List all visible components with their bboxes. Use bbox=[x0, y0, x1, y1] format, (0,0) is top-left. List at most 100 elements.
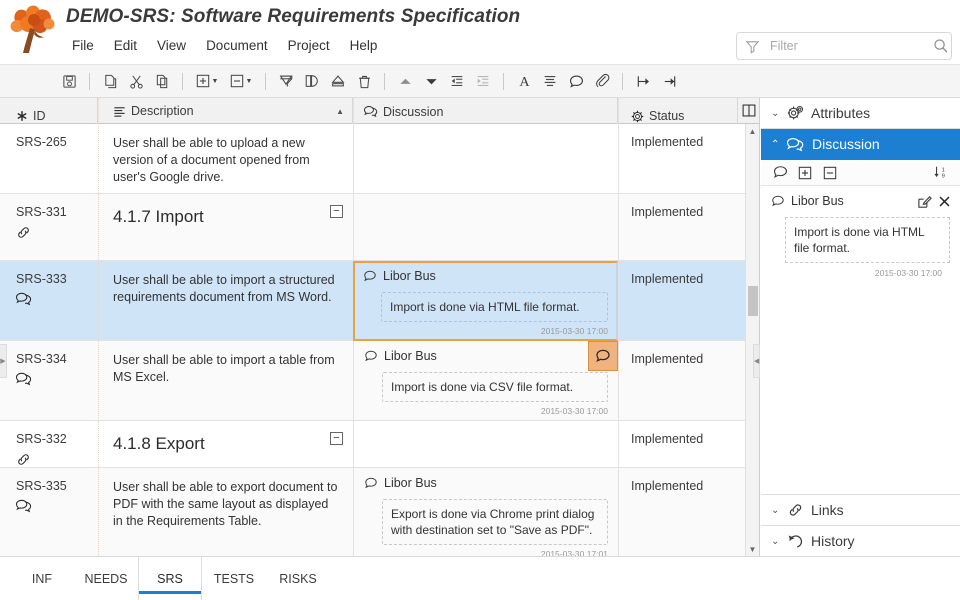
save-button[interactable] bbox=[56, 68, 82, 94]
scroll-down-button[interactable]: ▼ bbox=[746, 542, 759, 556]
toolbar: ▼ ▼ A bbox=[0, 64, 960, 98]
sidebar-comment-actions bbox=[917, 194, 951, 209]
tab-inf[interactable]: INF bbox=[10, 557, 74, 600]
paste-button[interactable] bbox=[149, 68, 175, 94]
cell-description[interactable]: 4.1.7 Import − bbox=[98, 194, 353, 260]
document-tabbar: INF NEEDS SRS TESTS RISKS bbox=[0, 556, 960, 600]
cell-discussion[interactable]: Libor Bus Export is done via Chrome prin… bbox=[353, 468, 618, 556]
add-comment-hover-button[interactable] bbox=[588, 341, 618, 371]
table-row[interactable]: SRS-331 4.1.7 Import − Implemented bbox=[0, 194, 760, 261]
menu-document[interactable]: Document bbox=[196, 36, 278, 55]
lines-icon bbox=[113, 105, 126, 118]
cell-status[interactable]: Implemented bbox=[618, 124, 738, 194]
outdent-button[interactable] bbox=[444, 68, 470, 94]
main-area: ID Description ▲ Discussion bbox=[0, 98, 960, 556]
delete-button[interactable] bbox=[351, 68, 377, 94]
column-description[interactable]: Description ▲ bbox=[98, 98, 353, 124]
sidebar-splitter-handle[interactable]: ◀ bbox=[753, 344, 760, 378]
left-panel-collapse-handle[interactable]: ▶ bbox=[0, 344, 7, 378]
collapse-toggle-button[interactable]: − bbox=[330, 432, 343, 445]
cell-description[interactable]: User shall be able to export document to… bbox=[98, 468, 353, 556]
menu-file[interactable]: File bbox=[62, 36, 104, 55]
filter-input[interactable] bbox=[768, 38, 933, 54]
sidebar-section-discussion[interactable]: ⌃ Discussion bbox=[761, 129, 960, 160]
cell-discussion[interactable] bbox=[353, 124, 618, 194]
edit-pencil-icon[interactable] bbox=[917, 194, 932, 209]
sidebar-collapse-all-button[interactable] bbox=[819, 163, 841, 183]
toolbar-separator-1 bbox=[89, 73, 90, 90]
cell-status[interactable]: Implemented bbox=[618, 341, 738, 421]
cell-status[interactable]: Implemented bbox=[618, 194, 738, 261]
sidebar-expand-all-button[interactable] bbox=[794, 163, 816, 183]
remove-row-button[interactable]: ▼ bbox=[224, 68, 258, 94]
sidebar-section-history[interactable]: ⌄ History bbox=[761, 525, 960, 556]
menu-edit[interactable]: Edit bbox=[104, 36, 147, 55]
cell-description[interactable]: User shall be able to upload a new versi… bbox=[98, 124, 353, 193]
column-id[interactable]: ID bbox=[0, 98, 98, 124]
scroll-up-button[interactable]: ▲ bbox=[746, 124, 759, 138]
tab-needs[interactable]: NEEDS bbox=[74, 557, 138, 600]
sidebar-section-attributes[interactable]: ⌄ Attributes bbox=[761, 98, 960, 129]
cell-discussion[interactable] bbox=[353, 194, 618, 261]
attach-file-button[interactable] bbox=[589, 68, 615, 94]
table-row[interactable]: SRS-334 User shall be able to import a t… bbox=[0, 341, 760, 421]
menu-help[interactable]: Help bbox=[340, 36, 388, 55]
sidebar-comment-text[interactable]: Import is done via HTML file format. bbox=[785, 217, 950, 263]
cell-status[interactable]: Implemented bbox=[618, 468, 738, 556]
table-row[interactable]: SRS-265 User shall be able to upload a n… bbox=[0, 124, 760, 194]
toolbar-separator-4 bbox=[384, 73, 385, 90]
tab-risks[interactable]: RISKS bbox=[266, 557, 330, 600]
table-row-selected[interactable]: SRS-333 User shall be able to import a s… bbox=[0, 261, 760, 341]
column-chooser-button[interactable] bbox=[738, 98, 760, 124]
tab-srs[interactable]: SRS bbox=[138, 557, 202, 600]
table-vertical-scrollbar[interactable]: ▲ ▼ bbox=[745, 124, 759, 556]
discussion-text: Export is done via Chrome print dialog w… bbox=[382, 499, 608, 545]
move-down-button[interactable] bbox=[418, 68, 444, 94]
goto-last-button[interactable] bbox=[656, 68, 682, 94]
search-icon[interactable] bbox=[933, 38, 949, 54]
filter-box[interactable] bbox=[736, 32, 952, 60]
sidebar-section-links[interactable]: ⌄ Links bbox=[761, 494, 960, 525]
cell-id: SRS-333 bbox=[0, 261, 98, 340]
column-status[interactable]: Status bbox=[618, 98, 738, 124]
close-icon[interactable] bbox=[938, 195, 951, 208]
row-id-label: SRS-332 bbox=[16, 432, 98, 447]
filter-rows-button[interactable] bbox=[273, 68, 299, 94]
asterisk-icon bbox=[16, 110, 28, 122]
menu-view[interactable]: View bbox=[147, 36, 196, 55]
cell-discussion[interactable]: Libor Bus Import is done via CSV file fo… bbox=[353, 341, 618, 421]
align-text-button[interactable] bbox=[537, 68, 563, 94]
requirements-table: ID Description ▲ Discussion bbox=[0, 98, 760, 556]
cell-description[interactable]: 4.1.8 Export − bbox=[98, 421, 353, 467]
svg-text:1: 1 bbox=[942, 167, 945, 173]
cell-discussion[interactable] bbox=[353, 421, 618, 468]
cut-button[interactable] bbox=[123, 68, 149, 94]
cell-status[interactable]: Implemented bbox=[618, 421, 738, 468]
status-value: Implemented bbox=[631, 352, 738, 366]
split-view-button[interactable] bbox=[299, 68, 325, 94]
sidebar-comment-author: Libor Bus bbox=[791, 194, 844, 208]
add-comment-button[interactable] bbox=[563, 68, 589, 94]
copy-button[interactable] bbox=[97, 68, 123, 94]
cell-status[interactable]: Implemented bbox=[618, 261, 738, 341]
right-sidebar: ⌄ Attributes ⌃ Discussion bbox=[761, 98, 960, 556]
indent-button[interactable] bbox=[470, 68, 496, 94]
scrollbar-thumb[interactable] bbox=[748, 286, 758, 316]
cell-description[interactable]: User shall be able to import a table fro… bbox=[98, 341, 353, 420]
menu-project[interactable]: Project bbox=[278, 36, 340, 55]
tab-tests[interactable]: TESTS bbox=[202, 557, 266, 600]
collapse-toggle-button[interactable]: − bbox=[330, 205, 343, 218]
goto-next-button[interactable] bbox=[630, 68, 656, 94]
eject-button[interactable] bbox=[325, 68, 351, 94]
table-row[interactable]: SRS-335 User shall be able to export doc… bbox=[0, 468, 760, 556]
column-discussion[interactable]: Discussion bbox=[353, 98, 618, 124]
move-up-button[interactable] bbox=[392, 68, 418, 94]
cell-description[interactable]: User shall be able to import a structure… bbox=[98, 261, 353, 340]
add-row-button[interactable]: ▼ bbox=[190, 68, 224, 94]
sidebar-add-comment-button[interactable] bbox=[769, 163, 791, 183]
table-row[interactable]: SRS-332 4.1.8 Export − Implemented bbox=[0, 421, 760, 468]
reqview-window: DEMO-SRS: Software Requirements Specific… bbox=[0, 0, 960, 600]
format-text-button[interactable]: A bbox=[511, 68, 537, 94]
sidebar-sort-button[interactable]: 19 bbox=[930, 163, 952, 183]
cell-discussion-active[interactable]: Libor Bus Import is done via HTML file f… bbox=[353, 261, 618, 341]
